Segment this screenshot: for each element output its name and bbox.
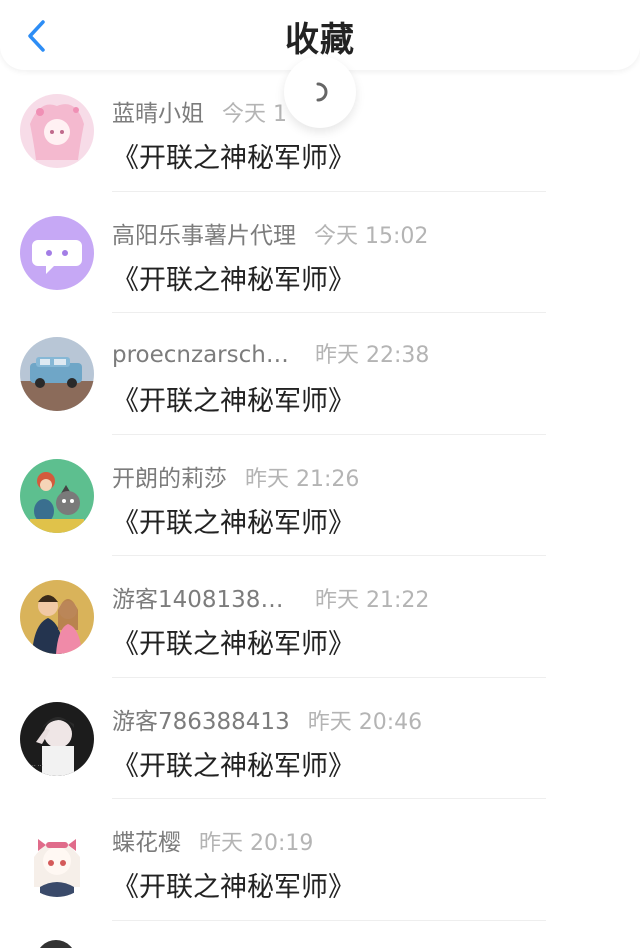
timestamp: 昨天 21:26 [245,466,360,492]
avatar [36,940,76,948]
message-text: 《开联之神秘军师》 [112,264,355,296]
avatar[interactable] [20,215,94,290]
item-meta: 游客1408138171 昨天 21:22 [112,580,429,614]
item-meta: proecnzarscho... 昨天 22:38 [112,337,429,369]
timestamp: 今天 15:02 [314,223,429,249]
user-name: 游客786388413 [112,708,290,735]
favorites-screen: 收藏 蓝晴小姐 今天 1 《开联之神秘军师》 高阳乐事薯片代理 今天 15:02… [0,0,640,948]
user-name: 开朗的莉莎 [112,465,227,492]
svg-text:··· ···: ··· ··· [30,763,43,770]
list-item[interactable]: 蝶花樱 昨天 20:19 《开联之神秘军师》 [0,799,640,921]
timestamp: 昨天 21:22 [315,588,430,613]
user-name: proecnzarscho... [112,342,297,368]
item-meta: 游客786388413 昨天 20:46 [112,702,422,736]
item-meta: 蓝晴小姐 今天 1 [112,94,287,128]
list-item[interactable]: 开朗的莉莎 昨天 21:26 《开联之神秘军师》 [0,435,640,557]
user-name: 游客1408138171 [112,587,297,613]
spinner-icon [316,82,328,102]
item-meta: 开朗的莉莎 昨天 21:26 [112,459,359,493]
item-meta: 高阳乐事薯片代理 今天 15:02 [112,216,428,250]
list-item[interactable]: ··· ··· 游客786388413 昨天 20:46 《开联之神秘军师》 [0,678,640,800]
timestamp: 昨天 20:46 [307,709,423,735]
item-meta: 蝶花樱 昨天 20:19 [112,823,313,857]
favorites-list: 蓝晴小姐 今天 1 《开联之神秘军师》 高阳乐事薯片代理 今天 15:02 《开… [0,70,640,921]
avatar[interactable] [20,458,94,533]
message-text: 《开联之神秘军师》 [112,386,355,417]
timestamp: 昨天 20:19 [199,831,314,856]
user-name: 高阳乐事薯片代理 [112,222,296,249]
user-name: 蝶花樱 [112,830,181,856]
timestamp: 今天 1 [222,102,287,127]
timestamp: 昨天 22:38 [315,343,430,368]
list-item[interactable]: proecnzarscho... 昨天 22:38 《开联之神秘军师》 [0,313,640,435]
avatar[interactable] [20,823,94,897]
avatar[interactable]: ··· ··· [20,701,94,776]
avatar[interactable] [20,337,94,411]
loading-spinner [284,56,356,128]
message-text: 《开联之神秘军师》 [112,629,355,660]
list-item[interactable]: 游客1408138171 昨天 21:22 《开联之神秘军师》 [0,556,640,678]
user-name: 蓝晴小姐 [112,101,204,127]
avatar[interactable] [20,94,94,168]
message-text: 《开联之神秘军师》 [112,750,355,782]
message-text: 《开联之神秘军师》 [112,143,355,174]
list-item[interactable]: 高阳乐事薯片代理 今天 15:02 《开联之神秘军师》 [0,192,640,314]
avatar[interactable] [20,580,94,654]
message-text: 《开联之神秘军师》 [112,872,355,903]
message-text: 《开联之神秘军师》 [112,507,355,539]
page-title: 收藏 [285,20,355,60]
